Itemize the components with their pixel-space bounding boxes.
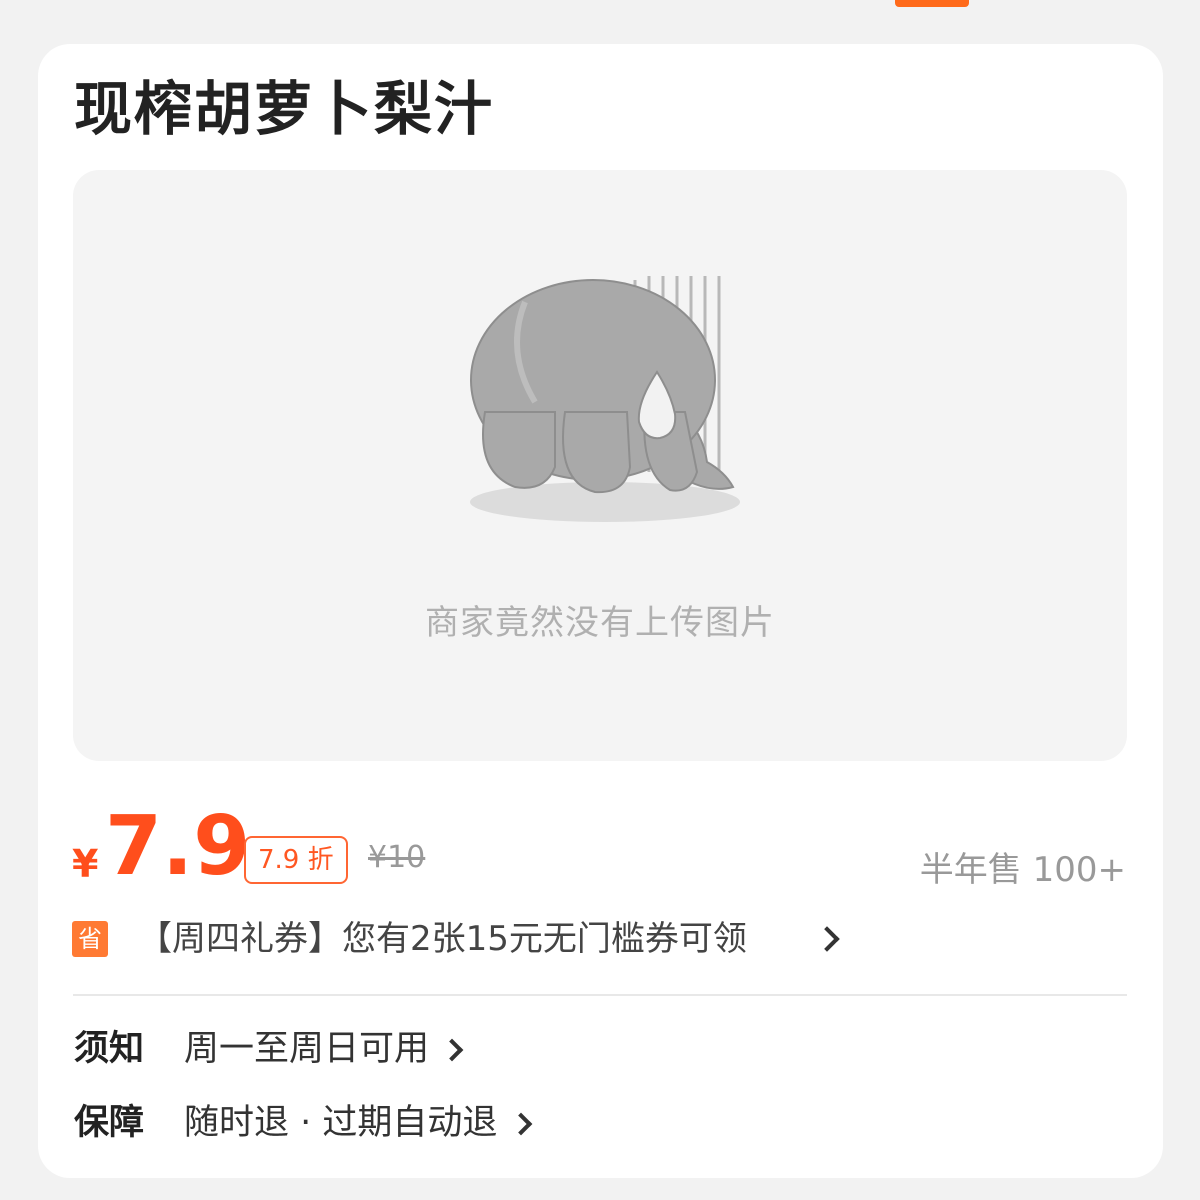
current-price: 7.9 [105, 799, 251, 894]
chevron-right-icon [814, 926, 840, 952]
product-card: 现榨胡萝卜梨汁 商家竟然没有上传图片 ¥ 7.9 7.9 折 ¥10 半年售 1… [38, 44, 1163, 1178]
sales-count: 半年售 100+ [919, 850, 1126, 890]
guarantee-label: 保障 [74, 1103, 145, 1143]
guarantee-value: 随时退 · 过期自动退 [184, 1098, 532, 1148]
top-tab-indicator [895, 0, 969, 7]
currency-symbol: ¥ [72, 842, 99, 886]
discount-badge: 7.9 折 [244, 836, 348, 884]
chevron-right-icon [440, 1038, 464, 1062]
coupon-row[interactable]: 省 【周四礼券】您有2张15元无门槛券可领 [72, 914, 1128, 964]
product-image-placeholder: 商家竟然没有上传图片 [73, 170, 1127, 761]
notice-label: 须知 [74, 1029, 145, 1069]
price-row: ¥ 7.9 7.9 折 ¥10 半年售 100+ [72, 796, 1128, 896]
product-title: 现榨胡萝卜梨汁 [74, 75, 495, 143]
divider [73, 994, 1127, 996]
sad-elephant-illustration [470, 276, 740, 522]
chevron-right-icon [509, 1112, 532, 1136]
guarantee-value-text: 随时退 · 过期自动退 [184, 1103, 498, 1143]
original-price: ¥10 [368, 840, 426, 875]
notice-value-text: 周一至周日可用 [184, 1029, 430, 1069]
coupon-text[interactable]: 【周四礼券】您有2张15元无门槛券可领 [138, 914, 747, 964]
notice-value: 周一至周日可用 [184, 1024, 464, 1074]
save-badge-icon: 省 [72, 921, 108, 957]
placeholder-text: 商家竟然没有上传图片 [425, 603, 775, 643]
guarantee-row[interactable]: 保障 随时退 · 过期自动退 [74, 1098, 1128, 1148]
notice-row[interactable]: 须知 周一至周日可用 [74, 1024, 1128, 1074]
